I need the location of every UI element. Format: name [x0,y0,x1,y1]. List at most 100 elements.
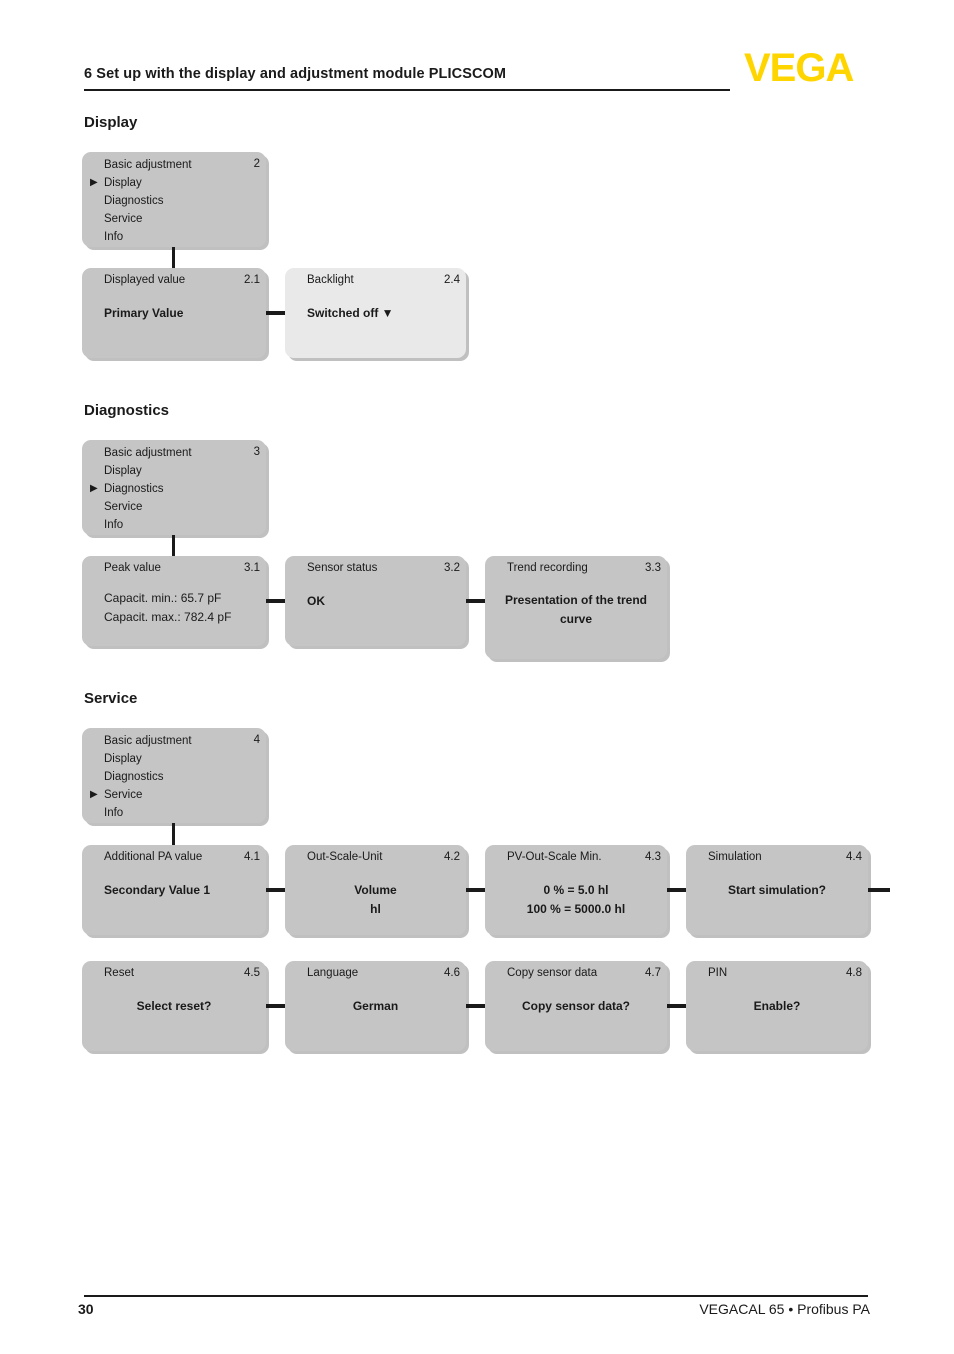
value-line: Enable? [753,999,801,1013]
value-line: Capacit. max.: 782.4 pF [104,610,232,624]
value-box-body: Capacit. min.: 65.7 pF Capacit. max.: 78… [82,589,266,627]
value-box-4-5[interactable]: Reset 4.5 Select reset? [82,961,266,1051]
value-box-number: 4.8 [846,967,862,979]
menu-item-basic-adjustment[interactable]: Basic adjustment [82,156,266,174]
value-box-number: 3.2 [444,562,460,574]
value-box-body: Start simulation? [686,881,868,900]
value-box-4-7[interactable]: Copy sensor data 4.7 Copy sensor data? [485,961,667,1051]
menu-box-display[interactable]: 2 Basic adjustment ▶ Display Diagnostics… [82,152,266,247]
value-line: German [352,999,399,1013]
value-box-title: Copy sensor data [507,967,598,979]
value-line: 0 % = 5.0 hl [543,883,609,897]
value-box-title: PIN [708,967,728,979]
connector-vertical [172,535,175,556]
value-box-body: German [285,997,466,1016]
menu-box-service[interactable]: 4 Basic adjustment Display Diagnostics ▶… [82,728,266,823]
menu-item-label: Display [104,465,142,477]
value-box-title: Additional PA value [104,851,203,863]
value-line: hl [370,902,381,916]
connector-horizontal [466,599,485,603]
value-box-2-4[interactable]: Backlight 2.4 Switched off ▼ [285,268,466,358]
menu-item-label: Info [104,231,124,243]
value-box-body: Secondary Value 1 [82,881,266,900]
menu-item-display[interactable]: ▶ Display [82,174,266,192]
menu-item-info[interactable]: Info [82,228,266,246]
value-line: Primary Value [104,306,184,320]
menu-item-service[interactable]: Service [82,498,266,516]
selection-caret-icon: ▶ [90,177,98,188]
section-heading-display: Display [84,114,138,131]
vega-logo: VEGA [744,46,854,90]
value-box-number: 4.1 [244,851,260,863]
menu-item-label: Basic adjustment [104,447,192,459]
value-box-4-1[interactable]: Additional PA value 4.1 Secondary Value … [82,845,266,935]
menu-item-label: Diagnostics [104,483,164,495]
value-line: Presentation of the trend [504,593,647,607]
value-line: Volume [354,883,397,897]
menu-item-label: Diagnostics [104,771,164,783]
value-box-title: Trend recording [507,562,588,574]
value-box-body: Switched off ▼ [285,304,466,323]
value-box-number: 4.5 [244,967,260,979]
value-box-3-2[interactable]: Sensor status 3.2 OK [285,556,466,646]
menu-item-label: Display [104,753,142,765]
value-line: Select reset? [136,999,212,1013]
value-box-number: 4.4 [846,851,862,863]
connector-vertical [172,823,175,845]
connector-horizontal [266,888,285,892]
menu-list: Basic adjustment ▶ Display Diagnostics S… [82,156,266,246]
menu-item-info[interactable]: Info [82,516,266,534]
value-box-3-3[interactable]: Trend recording 3.3 Presentation of the … [485,556,667,659]
menu-list: Basic adjustment Display Diagnostics ▶ S… [82,732,266,822]
value-box-number: 3.3 [645,562,661,574]
value-box-title: Peak value [104,562,161,574]
menu-item-basic-adjustment[interactable]: Basic adjustment [82,444,266,462]
value-line: Copy sensor data? [521,999,631,1013]
value-line: curve [559,612,593,626]
menu-item-label: Service [104,789,143,801]
menu-item-info[interactable]: Info [82,804,266,822]
menu-item-label: Service [104,213,143,225]
connector-vertical [172,247,175,268]
value-box-body: Volume hl [285,881,466,919]
value-box-number: 4.2 [444,851,460,863]
menu-item-display[interactable]: Display [82,462,266,480]
menu-item-label: Info [104,807,124,819]
menu-item-basic-adjustment[interactable]: Basic adjustment [82,732,266,750]
value-box-body: 0 % = 5.0 hl 100 % = 5000.0 hl [485,881,667,919]
selection-caret-icon: ▶ [90,483,98,494]
value-box-number: 2.4 [444,274,460,286]
menu-item-diagnostics[interactable]: Diagnostics [82,192,266,210]
section-heading-service: Service [84,690,138,707]
menu-item-display[interactable]: Display [82,750,266,768]
value-box-number: 2.1 [244,274,260,286]
menu-item-label: Diagnostics [104,195,164,207]
value-box-3-1[interactable]: Peak value 3.1 Capacit. min.: 65.7 pF Ca… [82,556,266,646]
menu-item-diagnostics[interactable]: ▶ Diagnostics [82,480,266,498]
value-box-title: Out-Scale-Unit [307,851,383,863]
menu-item-diagnostics[interactable]: Diagnostics [82,768,266,786]
menu-item-service[interactable]: Service [82,210,266,228]
value-box-2-1[interactable]: Displayed value 2.1 Primary Value [82,268,266,358]
page-header-title: 6 Set up with the display and adjustment… [84,66,507,82]
value-line: Start simulation? [727,883,826,897]
menu-box-diagnostics[interactable]: 3 Basic adjustment Display ▶ Diagnostics… [82,440,266,535]
value-box-4-8[interactable]: PIN 4.8 Enable? [686,961,868,1051]
connector-horizontal [667,888,686,892]
menu-item-service[interactable]: ▶ Service [82,786,266,804]
footer-divider [84,1295,868,1297]
menu-item-label: Info [104,519,124,531]
value-line: 100 % = 5000.0 hl [526,902,626,916]
menu-item-label: Basic adjustment [104,735,192,747]
value-box-4-3[interactable]: PV-Out-Scale Min. 4.3 0 % = 5.0 hl 100 %… [485,845,667,935]
value-box-body: Presentation of the trend curve [485,591,667,629]
value-box-body: Enable? [686,997,868,1016]
value-box-title: Reset [104,967,135,979]
value-box-4-2[interactable]: Out-Scale-Unit 4.2 Volume hl [285,845,466,935]
document-page: 6 Set up with the display and adjustment… [0,0,954,1354]
selection-caret-icon: ▶ [90,789,98,800]
value-line: Capacit. min.: 65.7 pF [104,591,222,605]
value-box-4-4[interactable]: Simulation 4.4 Start simulation? [686,845,868,935]
value-box-4-6[interactable]: Language 4.6 German [285,961,466,1051]
menu-item-label: Basic adjustment [104,159,192,171]
